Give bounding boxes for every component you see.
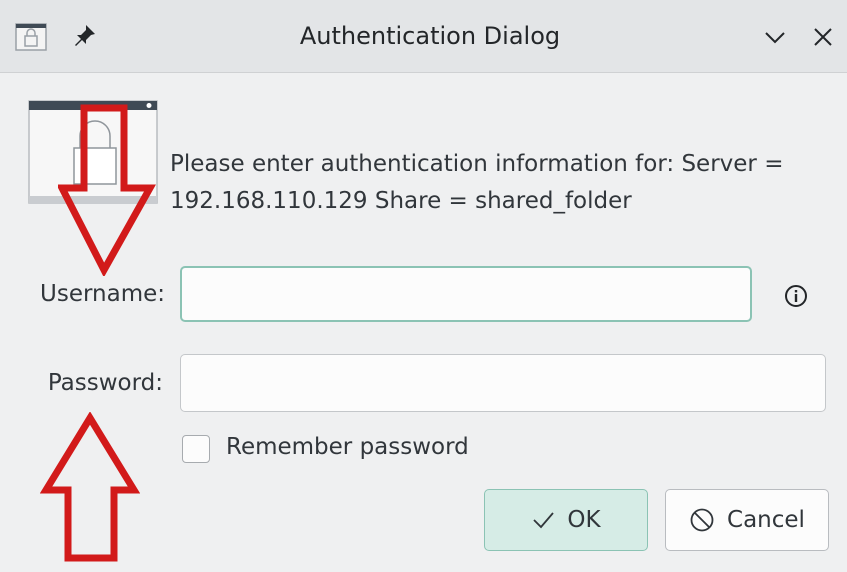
lock-app-icon (15, 23, 47, 51)
ok-button[interactable]: OK (484, 489, 648, 551)
password-input[interactable] (180, 354, 826, 412)
auth-message-line1: Please enter authentication information … (170, 151, 784, 177)
username-input[interactable] (180, 266, 752, 322)
pin-icon[interactable] (72, 22, 98, 48)
cancel-button-label: Cancel (727, 507, 805, 533)
chevron-down-icon[interactable] (760, 22, 790, 52)
title-bar: Authentication Dialog (0, 0, 847, 73)
auth-message-line2: 192.168.110.129 Share = shared_folder (170, 188, 632, 214)
annotation-arrow-up-icon (40, 412, 140, 562)
info-icon[interactable] (784, 284, 808, 308)
auth-message: Please enter authentication information … (170, 146, 840, 220)
close-icon[interactable] (808, 22, 838, 52)
checkmark-icon (533, 512, 555, 529)
password-label: Password: (47, 370, 163, 396)
cancel-icon (690, 508, 714, 532)
ok-button-label: OK (567, 507, 601, 533)
annotation-arrow-down-icon (58, 104, 156, 276)
remember-password-label[interactable]: Remember password (226, 434, 469, 460)
window-title: Authentication Dialog (299, 22, 561, 50)
authentication-dialog: Authentication Dialog Please enter authe… (0, 0, 847, 572)
cancel-button[interactable]: Cancel (665, 489, 829, 551)
remember-password-checkbox[interactable] (182, 435, 210, 463)
username-label: Username: (40, 281, 165, 307)
